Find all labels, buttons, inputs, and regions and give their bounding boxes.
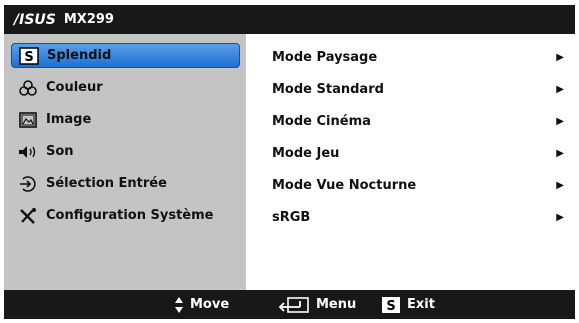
menu-item-selection-entree[interactable]: Sélection Entrée (11, 171, 240, 196)
triangle-right-icon: ▶ (556, 211, 564, 223)
exit-label: Exit (407, 297, 435, 312)
svg-text:S: S (386, 299, 395, 314)
submenu-item-label: Mode Jeu (272, 145, 340, 161)
speaker-icon (17, 143, 39, 161)
splendid-s-icon: S (381, 296, 401, 314)
submenu-item-label: sRGB (272, 209, 311, 225)
move-hint[interactable]: Move (174, 290, 229, 319)
submenu-item-mode-vue-nocturne[interactable]: Mode Vue Nocturne ▶ (272, 173, 570, 197)
triangle-right-icon: ▶ (556, 115, 564, 127)
menu-item-label: Image (46, 112, 92, 127)
move-label: Move (190, 297, 230, 312)
submenu-item-label: Mode Paysage (272, 49, 378, 65)
triangle-right-icon: ▶ (556, 179, 564, 191)
submenu-item-mode-standard[interactable]: Mode Standard ▶ (272, 77, 570, 101)
submenu-item-mode-cinema[interactable]: Mode Cinéma ▶ (272, 109, 570, 133)
image-frame-icon (17, 111, 39, 129)
submenu-item-label: Mode Vue Nocturne (272, 177, 417, 193)
menu-item-son[interactable]: Son (11, 139, 240, 164)
color-circles-icon (17, 79, 39, 97)
wrench-screwdriver-icon (17, 207, 39, 225)
brand: /ISUS MX299 (14, 12, 114, 28)
menu-item-label: Splendid (47, 48, 112, 63)
menu-hint[interactable]: Menu (278, 290, 356, 319)
menu-item-label: Sélection Entrée (46, 176, 167, 191)
submenu-item-mode-jeu[interactable]: Mode Jeu ▶ (272, 141, 570, 165)
submenu-item-label: Mode Standard (272, 81, 384, 97)
osd-menu: /ISUS MX299 S Splendid Couleur Image Son… (4, 5, 575, 319)
enter-icon (278, 296, 310, 314)
menu-item-label: Son (46, 144, 74, 159)
menu-item-configuration-systeme[interactable]: Configuration Système (11, 203, 240, 228)
triangle-right-icon: ▶ (556, 51, 564, 63)
menu-item-label: Couleur (46, 80, 103, 95)
submenu-item-srgb[interactable]: sRGB ▶ (272, 205, 570, 229)
exit-hint[interactable]: S Exit (381, 290, 435, 319)
control-hint-bar: Move Menu S Exit (4, 290, 575, 319)
submenu-item-mode-paysage[interactable]: Mode Paysage ▶ (272, 45, 570, 69)
menu-item-label: Configuration Système (46, 208, 214, 223)
menu-item-couleur[interactable]: Couleur (11, 75, 240, 100)
title-bar: /ISUS MX299 (4, 5, 575, 34)
menu-label: Menu (316, 297, 357, 312)
submenu-panel: Mode Paysage ▶ Mode Standard ▶ Mode Ciné… (246, 34, 575, 290)
splendid-s-icon: S (18, 46, 40, 65)
up-down-arrows-icon (174, 296, 184, 314)
triangle-right-icon: ▶ (556, 147, 564, 159)
main-menu-panel: S Splendid Couleur Image Son Sélection E… (4, 34, 246, 290)
input-arrow-icon (17, 175, 39, 193)
triangle-right-icon: ▶ (556, 83, 564, 95)
menu-item-image[interactable]: Image (11, 107, 240, 132)
asus-logo: /ISUS (14, 11, 56, 28)
svg-text:S: S (24, 50, 33, 65)
menu-item-splendid[interactable]: S Splendid (11, 43, 240, 68)
model-name: MX299 (63, 12, 114, 27)
submenu-item-label: Mode Cinéma (272, 113, 371, 129)
